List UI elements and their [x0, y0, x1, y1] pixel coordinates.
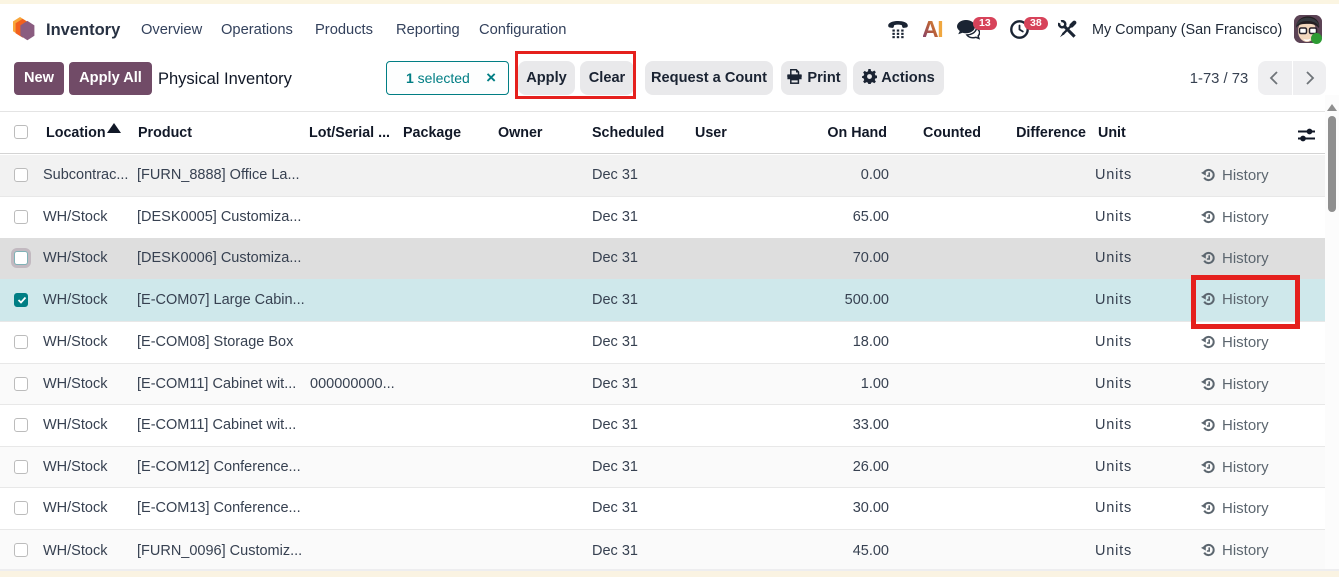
svg-text:I: I: [937, 20, 943, 39]
